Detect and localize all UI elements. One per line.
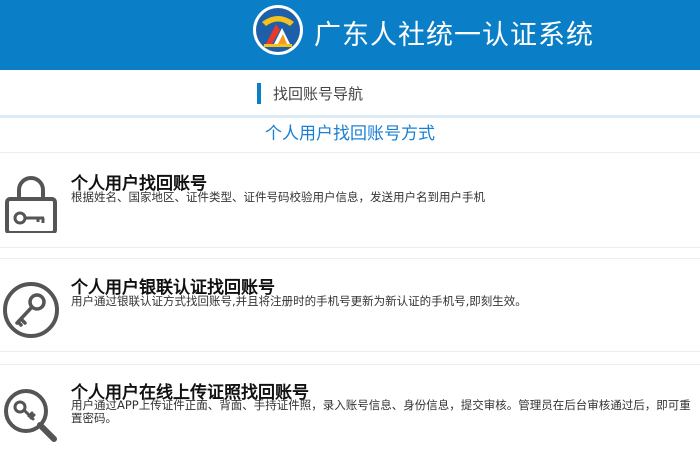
- breadcrumb-bar: 找回账号导航: [0, 70, 700, 118]
- key-icon: [3, 282, 59, 338]
- nav-marker: [257, 83, 261, 104]
- app-title: 广东人社统一认证系统: [314, 20, 594, 51]
- option-description: 用户通过APP上传证件正面、背面、手持证件照，录入账号信息、身份信息，提交审核。…: [71, 398, 691, 425]
- section-title-text: 个人用户找回账号方式: [265, 124, 435, 144]
- nav-label: 找回账号导航: [273, 85, 364, 103]
- header-bar: 广东人社统一认证系统: [0, 0, 700, 70]
- option-card-upload-id-recovery[interactable]: 个人用户在线上传证照找回账号 用户通过APP上传证件正面、背面、手持证件照，录入…: [0, 365, 700, 459]
- section-title: 个人用户找回账号方式: [0, 119, 700, 144]
- divider: [0, 351, 700, 352]
- divider: [0, 247, 700, 248]
- guangdong-hrss-emblem-icon: [253, 5, 303, 55]
- option-card-basic-recovery[interactable]: 个人用户找回账号 根据姓名、国家地区、证件类型、证件号码校验用户信息，发送用户名…: [0, 153, 700, 247]
- option-card-unionpay-recovery[interactable]: 个人用户银联认证找回账号 用户通过银联认证方式找回账号,并且将注册时的手机号更新…: [0, 259, 700, 351]
- lock-icon: [5, 176, 57, 233]
- option-description: 用户通过银联认证方式找回账号,并且将注册时的手机号更新为新认证的手机号,即刻生效…: [71, 294, 527, 308]
- search-key-icon: [4, 389, 57, 442]
- option-description: 根据姓名、国家地区、证件类型、证件号码校验用户信息，发送用户名到用户手机: [71, 190, 485, 204]
